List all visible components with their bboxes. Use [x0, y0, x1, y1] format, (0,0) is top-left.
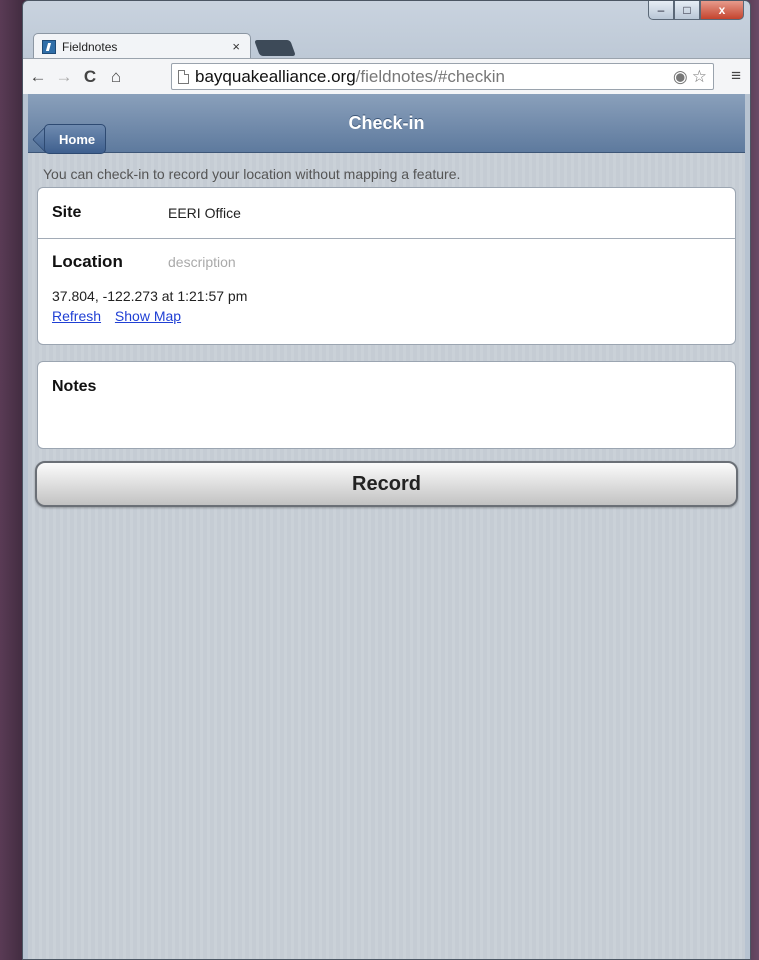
page-icon — [178, 69, 189, 84]
home-button[interactable]: Home — [44, 124, 107, 154]
record-button[interactable]: Record — [35, 461, 738, 507]
notes-label: Notes — [52, 378, 97, 395]
location-icon[interactable]: ◉ — [673, 67, 688, 87]
page-title: Check-in — [348, 112, 425, 133]
location-description-input[interactable]: description — [168, 254, 236, 270]
star-icon[interactable]: ☆ — [692, 67, 707, 87]
minimize-button[interactable]: ‒ — [648, 1, 674, 20]
app-header: Home Check-in — [28, 94, 745, 154]
tab-title: Fieldnotes — [62, 39, 118, 54]
show-map-link[interactable]: Show Map — [115, 308, 181, 324]
reload-icon[interactable]: C — [79, 67, 101, 87]
menu-icon[interactable]: ≡ — [731, 66, 741, 86]
refresh-link[interactable]: Refresh — [52, 308, 101, 324]
fieldnotes-favicon-icon — [42, 39, 56, 54]
maximize-button[interactable]: □ — [674, 1, 700, 20]
checkin-form-card: Site EERI Office Location description 37… — [37, 187, 736, 345]
browser-window: ‒ □ x Fieldnotes × ← → C ⌂ bayquakeallia… — [22, 0, 751, 960]
intro-text: You can check-in to record your location… — [43, 166, 461, 182]
site-field[interactable]: EERI Office — [168, 205, 241, 221]
tab-close-icon[interactable]: × — [232, 39, 240, 54]
page-viewport: Home Check-in You can check-in to record… — [28, 94, 745, 959]
close-window-button[interactable]: x — [700, 1, 744, 20]
home-icon[interactable]: ⌂ — [105, 67, 127, 87]
coordinates-text: 37.804, -122.273 at 1:21:57 pm — [52, 288, 248, 304]
url-path: /fieldnotes/#checkin — [355, 66, 505, 86]
address-bar[interactable]: bayquakealliance.org/fieldnotes/#checkin… — [171, 63, 714, 90]
forward-icon[interactable]: → — [53, 67, 75, 87]
browser-toolbar: ← → C ⌂ bayquakealliance.org/fieldnotes/… — [23, 58, 750, 94]
notes-field[interactable]: Notes — [37, 361, 736, 449]
site-label: Site — [52, 204, 82, 221]
back-icon[interactable]: ← — [27, 67, 49, 87]
tab-strip: Fieldnotes × — [33, 31, 296, 59]
window-controls: ‒ □ x — [648, 1, 744, 21]
tab-fieldnotes[interactable]: Fieldnotes × — [33, 33, 251, 59]
url-host: bayquakealliance.org — [195, 66, 356, 86]
location-label: Location — [52, 252, 123, 271]
location-section: Location description 37.804, -122.273 at… — [38, 239, 735, 344]
site-row[interactable]: Site EERI Office — [38, 188, 735, 239]
new-tab-button[interactable] — [254, 40, 296, 56]
